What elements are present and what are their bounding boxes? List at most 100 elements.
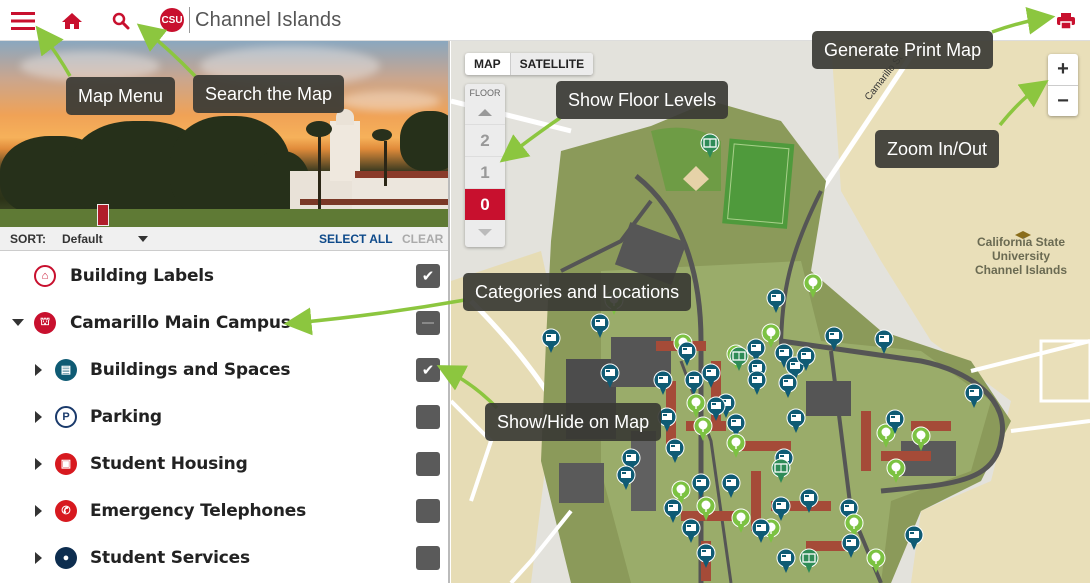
print-button[interactable]	[1051, 6, 1081, 36]
activity-pin-icon[interactable]	[729, 346, 749, 372]
caret-right-icon[interactable]	[35, 410, 42, 423]
zoom-in-button[interactable]: +	[1048, 54, 1078, 85]
caret-right-icon[interactable]	[35, 504, 42, 517]
zoom-control: + −	[1048, 54, 1078, 116]
sort-value: Default	[62, 231, 103, 246]
building-pin-icon[interactable]	[541, 328, 561, 354]
building-pin-icon[interactable]	[701, 363, 721, 389]
building-pin-icon[interactable]	[653, 370, 673, 396]
category-checkbox[interactable]	[416, 310, 440, 335]
building-pin-icon[interactable]	[721, 473, 741, 499]
sort-dropdown[interactable]: Default	[62, 232, 148, 246]
building-pin-icon[interactable]	[665, 438, 685, 464]
category-label: Building Labels	[70, 265, 214, 286]
building-pin-icon[interactable]	[786, 408, 806, 434]
sidebar: SORT: Default SELECT ALL CLEAR ⌂ Building…	[0, 41, 450, 583]
building-pin-icon[interactable]	[677, 341, 697, 367]
search-icon	[112, 12, 130, 30]
category-row[interactable]: ⛫ Camarillo Main Campus	[0, 299, 448, 346]
building-pin-icon[interactable]	[616, 465, 636, 491]
building-labels-icon: ⌂	[34, 264, 56, 287]
tree-pin-icon[interactable]	[731, 508, 751, 534]
map-type-toggle: MAP SATELLITE	[465, 53, 594, 75]
category-row[interactable]: ▣ Student Housing	[0, 440, 448, 487]
user-icon: ●	[55, 546, 77, 569]
building-pin-icon[interactable]	[824, 326, 844, 352]
building-pin-icon[interactable]	[776, 548, 796, 574]
campus-label-line: Channel Islands	[974, 263, 1068, 277]
clear-button[interactable]: CLEAR	[402, 232, 443, 246]
category-row[interactable]: ● Student Services	[0, 534, 448, 581]
tree-pin-icon[interactable]	[911, 426, 931, 452]
floor-selector: FLOOR 2 1 0	[465, 84, 505, 247]
home-button[interactable]	[57, 6, 87, 36]
building-pin-icon[interactable]	[771, 496, 791, 522]
building-pin-icon[interactable]	[799, 488, 819, 514]
caret-down-icon	[478, 228, 492, 236]
building-pin-icon[interactable]	[796, 346, 816, 372]
building-pin-icon[interactable]	[663, 498, 683, 524]
activity-pin-icon[interactable]	[700, 133, 720, 159]
caret-right-icon[interactable]	[35, 363, 42, 376]
category-row[interactable]: ✆ Emergency Telephones	[0, 487, 448, 534]
tree-pin-icon[interactable]	[696, 496, 716, 522]
category-checkbox[interactable]	[416, 451, 440, 476]
building-pin-icon[interactable]	[885, 409, 905, 435]
building-pin-icon[interactable]	[590, 313, 610, 339]
building-icon: ▤	[55, 358, 77, 381]
building-pin-icon[interactable]	[751, 518, 771, 544]
floor-up-button[interactable]	[465, 100, 505, 124]
category-row[interactable]: P Parking	[0, 393, 448, 440]
floor-down-button[interactable]	[465, 220, 505, 244]
csu-logo[interactable]: CSU Channel Islands	[160, 7, 341, 33]
parking-icon: P	[55, 405, 77, 428]
building-pin-icon[interactable]	[600, 363, 620, 389]
building-pin-icon[interactable]	[874, 329, 894, 355]
building-pin-icon[interactable]	[747, 370, 767, 396]
tooltip-zoom: Zoom In/Out	[875, 130, 1000, 168]
floor-level-0[interactable]: 0	[465, 188, 505, 220]
category-row[interactable]: ⌂ Building Labels ✔	[0, 252, 448, 299]
category-label: Student Housing	[90, 453, 248, 474]
category-label: Buildings and Spaces	[90, 359, 291, 380]
menu-button[interactable]	[8, 6, 38, 36]
map-type-satellite-button[interactable]: SATELLITE	[509, 53, 594, 75]
category-label: Emergency Telephones	[90, 500, 307, 521]
activity-pin-icon[interactable]	[771, 458, 791, 484]
tree-pin-icon[interactable]	[886, 458, 906, 484]
campus-label: California State University Channel Isla…	[969, 235, 1073, 277]
caret-right-icon[interactable]	[35, 551, 42, 564]
tree-pin-icon[interactable]	[866, 548, 886, 574]
category-label: Parking	[90, 406, 162, 427]
building-pin-icon[interactable]	[766, 288, 786, 314]
select-all-button[interactable]: SELECT ALL	[319, 232, 393, 246]
building-pin-icon[interactable]	[964, 383, 984, 409]
building-pin-icon[interactable]	[904, 525, 924, 551]
campus-map[interactable]: Camarillo St California State University…	[451, 41, 1090, 583]
search-button[interactable]	[106, 6, 136, 36]
printer-icon	[1057, 13, 1075, 29]
category-checkbox[interactable]	[416, 498, 440, 523]
tree-pin-icon[interactable]	[803, 273, 823, 299]
activity-pin-icon[interactable]	[799, 548, 819, 574]
map-type-map-button[interactable]: MAP	[465, 53, 510, 75]
zoom-out-button[interactable]: −	[1048, 85, 1078, 116]
tree-pin-icon[interactable]	[693, 416, 713, 442]
floor-level-2[interactable]: 2	[465, 124, 505, 156]
category-checkbox[interactable]: ✔	[416, 357, 440, 382]
home-icon	[62, 13, 82, 29]
category-checkbox[interactable]: ✔	[416, 263, 440, 288]
category-checkbox[interactable]	[416, 545, 440, 570]
category-checkbox[interactable]	[416, 404, 440, 429]
category-label: Camarillo Main Campus	[70, 312, 291, 333]
building-pin-icon[interactable]	[778, 373, 798, 399]
housing-icon: ▣	[55, 452, 77, 475]
building-pin-icon[interactable]	[841, 533, 861, 559]
tree-pin-icon[interactable]	[726, 433, 746, 459]
building-pin-icon[interactable]	[696, 543, 716, 569]
caret-down-icon[interactable]	[12, 319, 24, 326]
caret-up-icon	[478, 108, 492, 116]
category-row[interactable]: ▤ Buildings and Spaces ✔	[0, 346, 448, 393]
floor-level-1[interactable]: 1	[465, 156, 505, 188]
caret-right-icon[interactable]	[35, 457, 42, 470]
